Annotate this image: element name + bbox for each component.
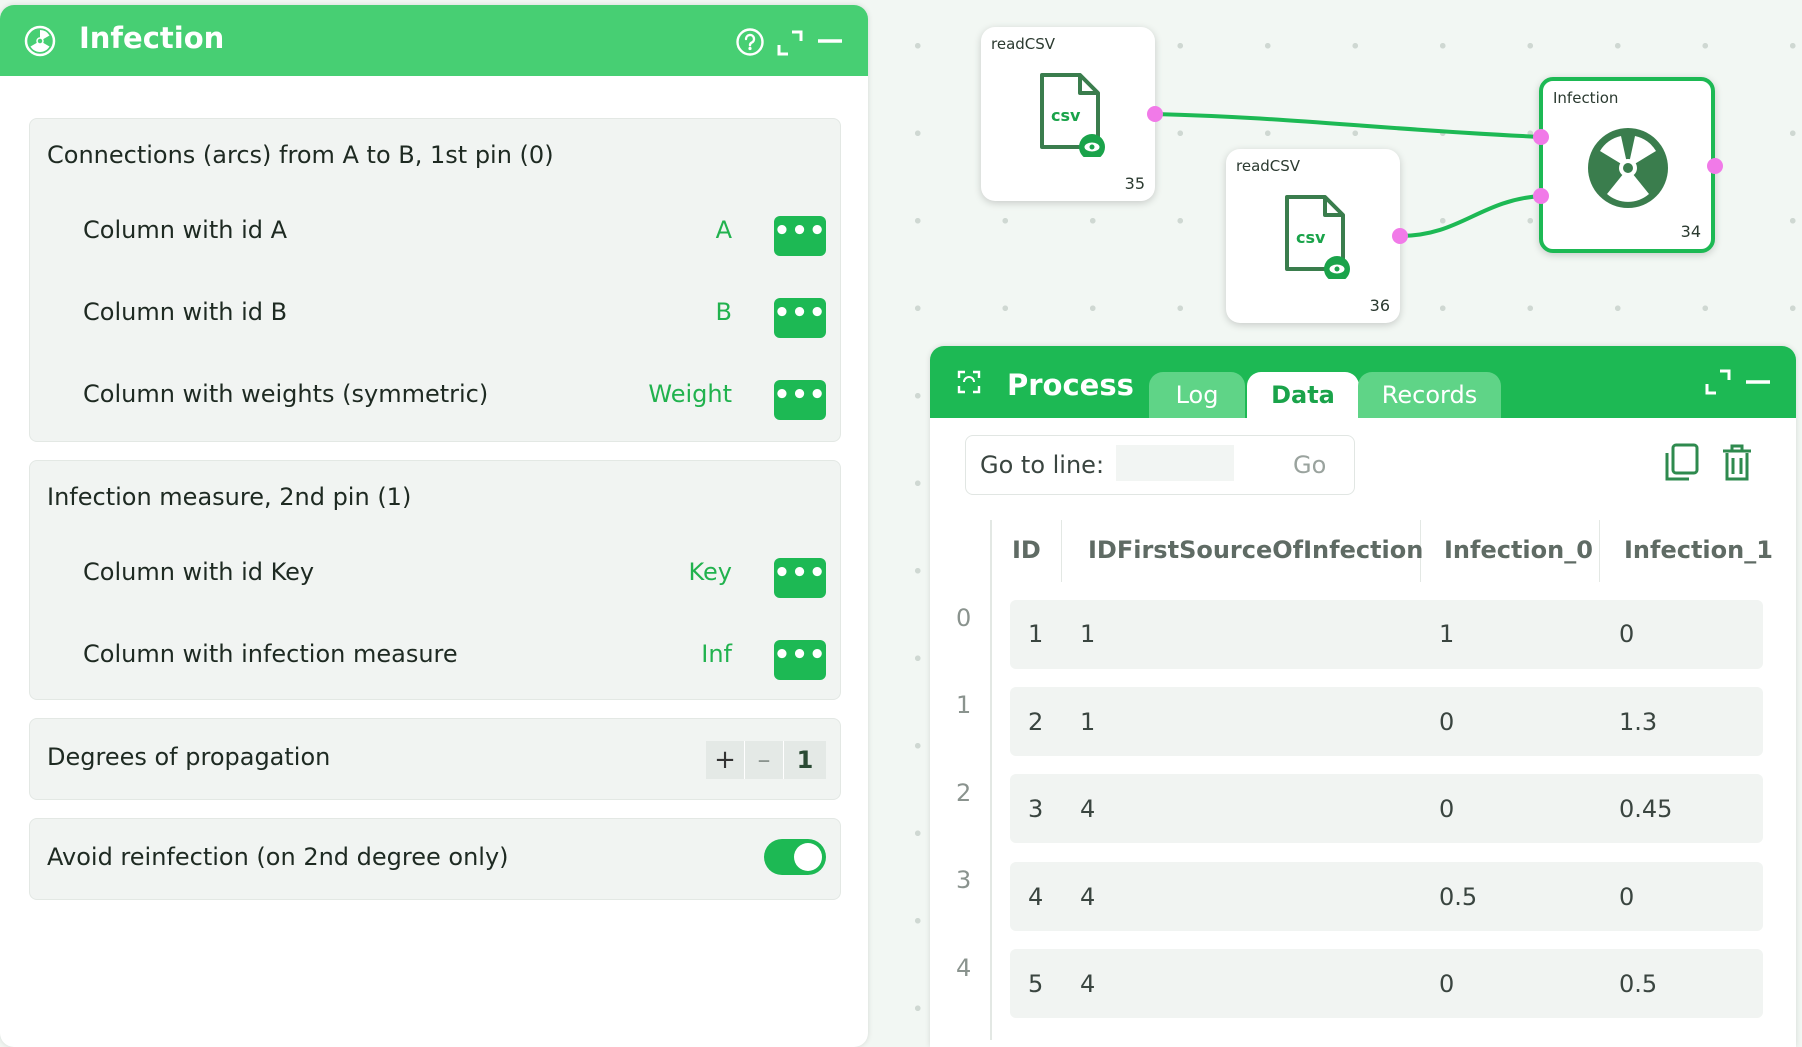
increment-button[interactable]: + — [706, 741, 745, 779]
table-cell: 1 — [1028, 620, 1044, 648]
table-row-index-divider — [990, 520, 992, 1040]
row-value: Key — [688, 558, 732, 586]
input-pin-1[interactable] — [1533, 188, 1549, 204]
table-cell: 0 — [1619, 883, 1635, 911]
column-header[interactable]: IDFirstSourceOfInfection — [1088, 536, 1423, 564]
process-icon — [957, 370, 981, 394]
row-label: Column with weights (symmetric) — [83, 380, 489, 408]
row-value: Weight — [648, 380, 732, 408]
degrees-stepper: + – 1 — [706, 741, 826, 779]
minimize-icon[interactable] — [1744, 368, 1772, 396]
table-row[interactable] — [1010, 600, 1763, 669]
column-header[interactable]: Infection_0 — [1444, 536, 1593, 564]
avoid-reinfection-section: Avoid reinfection (on 2nd degree only) — [29, 818, 841, 900]
degrees-label: Degrees of propagation — [47, 743, 331, 771]
table-cell: 5 — [1028, 970, 1044, 998]
copy-icon[interactable] — [1662, 442, 1700, 484]
table-cell: 0 — [1439, 708, 1455, 736]
table-cell: 0 — [1439, 970, 1455, 998]
table-cell: 1 — [1080, 708, 1096, 736]
output-pin[interactable] — [1707, 158, 1723, 174]
goto-label: Go to line: — [980, 451, 1105, 479]
node-label: readCSV — [1236, 157, 1301, 175]
table-cell: 0 — [1619, 620, 1635, 648]
toggle-knob — [794, 843, 822, 871]
edge-35-34 — [1154, 112, 1542, 139]
degrees-value[interactable]: 1 — [784, 741, 826, 779]
more-icon: ••• — [773, 558, 827, 588]
table-cell: 4 — [1028, 883, 1044, 911]
node-number: 36 — [1369, 296, 1390, 315]
csv-file-icon: csv — [1281, 193, 1351, 282]
more-button[interactable]: ••• — [774, 640, 826, 680]
table-cell: 2 — [1028, 708, 1044, 736]
avoid-reinfection-label: Avoid reinfection (on 2nd degree only) — [47, 843, 509, 871]
output-pin[interactable] — [1392, 228, 1408, 244]
goto-line-input[interactable] — [1116, 445, 1234, 481]
node-number: 35 — [1124, 174, 1145, 193]
node-label: readCSV — [991, 35, 1056, 53]
tab-records[interactable]: Records — [1358, 372, 1501, 418]
goto-line-box: Go to line: Go — [965, 435, 1355, 495]
col-divider — [1061, 520, 1062, 582]
table-cell: 1 — [1080, 620, 1096, 648]
table-cell: 3 — [1028, 795, 1044, 823]
input-pin-0[interactable] — [1533, 129, 1549, 145]
process-header: Process Log Data Records — [930, 346, 1796, 418]
decrement-button[interactable]: – — [745, 741, 784, 779]
table-cell: 0.45 — [1619, 795, 1673, 823]
column-header[interactable]: ID — [1012, 536, 1041, 564]
table-cell: 0.5 — [1439, 883, 1478, 911]
col-divider — [1599, 520, 1600, 582]
more-button[interactable]: ••• — [774, 380, 826, 420]
row-index: 2 — [956, 779, 972, 807]
csv-file-icon: csv — [1036, 71, 1106, 160]
go-button[interactable]: Go — [1293, 451, 1326, 479]
expand-icon[interactable] — [1704, 368, 1732, 396]
table-cell: 0.5 — [1619, 970, 1658, 998]
table-cell: 1 — [1439, 620, 1455, 648]
more-icon: ••• — [773, 640, 827, 670]
tab-data[interactable]: Data — [1247, 372, 1359, 418]
row-value: Inf — [701, 640, 732, 668]
infection-measure-section: Infection measure, 2nd pin (1) Column wi… — [29, 460, 841, 700]
process-panel: Process Log Data Records Go to line: Go … — [930, 346, 1796, 1047]
process-title: Process — [1007, 368, 1134, 402]
node-label: Infection — [1553, 89, 1619, 107]
delete-icon[interactable] — [1719, 442, 1755, 484]
column-header[interactable]: Infection_1 — [1624, 536, 1773, 564]
svg-text:csv: csv — [1051, 106, 1081, 125]
readcsv-node-35[interactable]: readCSV csv 35 — [981, 27, 1155, 201]
node-connections — [1154, 112, 1542, 238]
table-cell: 1.3 — [1619, 708, 1658, 736]
degrees-section: Degrees of propagation + – 1 — [29, 718, 841, 800]
output-pin[interactable] — [1147, 106, 1163, 122]
svg-text:csv: csv — [1296, 228, 1326, 247]
more-button[interactable]: ••• — [774, 558, 826, 598]
table-cell: 0 — [1439, 795, 1455, 823]
edge-36-34 — [1399, 194, 1542, 238]
radiation-icon — [1587, 127, 1669, 209]
row-index: 0 — [956, 604, 972, 632]
readcsv-node-36[interactable]: readCSV csv 36 — [1226, 149, 1400, 323]
node-number: 34 — [1680, 222, 1701, 241]
row-index: 3 — [956, 866, 972, 894]
table-cell: 4 — [1080, 795, 1096, 823]
avoid-reinfection-toggle[interactable] — [764, 839, 826, 875]
row-index: 4 — [956, 954, 972, 982]
table-cell: 4 — [1080, 883, 1096, 911]
table-row[interactable] — [1010, 862, 1763, 931]
section-title: Infection measure, 2nd pin (1) — [47, 483, 412, 511]
table-cell: 4 — [1080, 970, 1096, 998]
row-label: Column with id Key — [83, 558, 315, 586]
row-index: 1 — [956, 691, 972, 719]
more-icon: ••• — [773, 380, 827, 410]
infection-node-34[interactable]: Infection 34 — [1539, 77, 1715, 253]
tab-log[interactable]: Log — [1149, 372, 1245, 418]
row-label: Column with infection measure — [83, 640, 458, 668]
